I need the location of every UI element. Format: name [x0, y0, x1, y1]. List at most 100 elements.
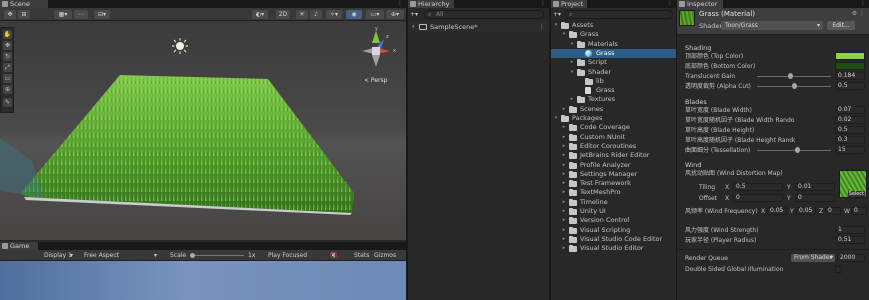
scale-slider-knob[interactable]: [190, 253, 195, 258]
display-dropdown[interactable]: Display 1: [44, 251, 72, 260]
translucent-gain-knob[interactable]: [787, 73, 793, 79]
rotate-tool-icon[interactable]: ↻: [3, 52, 12, 61]
project-tree-item[interactable]: ▾ Packages: [551, 114, 676, 123]
hand-tool-icon[interactable]: ✋: [3, 30, 12, 39]
bottom-color-swatch[interactable]: [835, 62, 865, 70]
frequency-w-field[interactable]: 0: [851, 207, 867, 215]
scene-viewport[interactable]: ✋ ✥ ↻ ⤢ ▭ ⊕ ✎ y x z < Persp: [0, 21, 406, 240]
tab-game[interactable]: Game: [0, 242, 38, 250]
tool-handle-button[interactable]: ✥: [4, 10, 16, 19]
project-tree-item[interactable]: ▸ Unity UI: [551, 207, 676, 216]
collapsed-arrow-icon[interactable]: ▸: [561, 142, 567, 151]
collapsed-arrow-icon[interactable]: ▸: [561, 207, 567, 216]
collapsed-arrow-icon[interactable]: ▸: [561, 151, 567, 160]
scale-tool-icon[interactable]: ⤢: [3, 63, 12, 72]
collapsed-arrow-icon[interactable]: ▸: [561, 235, 567, 244]
draw-mode-button[interactable]: ◐▾: [252, 10, 268, 19]
transform-tool-icon[interactable]: ⊕: [3, 85, 12, 94]
directional-light-icon[interactable]: [172, 38, 188, 54]
tessellation-slider[interactable]: [757, 150, 831, 151]
expand-arrow-icon[interactable]: ▾: [412, 22, 415, 32]
tiling-x-field[interactable]: 0.5: [733, 183, 783, 191]
project-tree-item[interactable]: ▸ Visual Studio Editor: [551, 244, 676, 253]
project-tree-item[interactable]: ▸ Settings Manager: [551, 170, 676, 179]
scale-slider[interactable]: [190, 253, 244, 258]
collapsed-arrow-icon[interactable]: ▸: [569, 58, 575, 67]
collapsed-arrow-icon[interactable]: ▸: [561, 216, 567, 225]
double-sided-gi-checkbox[interactable]: [835, 266, 842, 273]
project-tree-item[interactable]: ▸ Custom NUnit: [551, 133, 676, 142]
aspect-dropdown[interactable]: Free Aspect: [84, 251, 119, 260]
project-tree-item[interactable]: lib: [551, 77, 676, 86]
stats-button[interactable]: Stats: [354, 251, 369, 260]
collapsed-arrow-icon[interactable]: ▸: [561, 198, 567, 207]
translucent-gain-field[interactable]: 0.184: [835, 72, 865, 80]
shader-dropdown[interactable]: Toon/Grass ▾: [721, 21, 823, 30]
gizmos-button[interactable]: Gizmos: [374, 251, 396, 260]
player-radius-field[interactable]: 0.51: [835, 236, 865, 244]
perspective-label[interactable]: < Persp: [364, 77, 387, 84]
tab-hierarchy[interactable]: Hierarchy: [408, 0, 454, 8]
mute-audio-icon[interactable]: 🔇: [330, 251, 337, 260]
game-viewport[interactable]: [0, 261, 406, 300]
blade-width-random-field[interactable]: 0.02: [835, 116, 865, 124]
project-tree-item[interactable]: ▾ Grass: [551, 30, 676, 39]
collapsed-arrow-icon[interactable]: ▸: [561, 170, 567, 179]
rect-tool-icon[interactable]: ▭: [3, 74, 12, 83]
collapsed-arrow-icon[interactable]: ▸: [561, 226, 567, 235]
collapsed-arrow-icon[interactable]: ▸: [561, 244, 567, 253]
render-queue-field[interactable]: 2000: [837, 254, 865, 262]
project-create-button[interactable]: +▾: [553, 10, 563, 19]
project-tree-item[interactable]: ▸ Editor Coroutines: [551, 142, 676, 151]
hierarchy-tab-menu-icon[interactable]: ⋮: [540, 0, 546, 8]
effects-dropdown-button[interactable]: ✧▾: [326, 10, 342, 19]
project-tree-item[interactable]: ▾ Shader: [551, 68, 676, 77]
snap-button[interactable]: ⋯: [74, 10, 88, 19]
translucent-gain-slider[interactable]: [757, 76, 831, 77]
expanded-arrow-icon[interactable]: ▾: [569, 40, 575, 49]
project-tree-item[interactable]: ▸ Scenes: [551, 105, 676, 114]
inspector-tab-menu-icon[interactable]: ⋮: [860, 0, 866, 8]
render-queue-dropdown[interactable]: From Shader ▾: [791, 254, 835, 262]
collapsed-arrow-icon[interactable]: ▸: [561, 161, 567, 170]
collapsed-arrow-icon[interactable]: ▸: [561, 105, 567, 114]
offset-y-field[interactable]: 0: [795, 194, 835, 202]
project-tree-item[interactable]: ▸ Code Coverage: [551, 123, 676, 132]
project-tree-item[interactable]: ▸ JetBrains Rider Editor: [551, 151, 676, 160]
alpha-cutoff-knob[interactable]: [791, 83, 797, 89]
custom-tool-icon[interactable]: ✎: [3, 98, 12, 107]
2d-toggle-button[interactable]: 2D: [276, 10, 290, 19]
project-tree-item[interactable]: ▸ Script: [551, 58, 676, 67]
scene-menu-icon[interactable]: ⋮: [539, 22, 546, 32]
gizmos-dropdown-button[interactable]: ⊕▾: [386, 10, 404, 19]
tessellation-field[interactable]: 15: [835, 146, 865, 154]
project-tab-menu-icon[interactable]: ⋮: [667, 0, 673, 8]
tab-scene[interactable]: Scene: [0, 0, 48, 8]
tessellation-knob[interactable]: [795, 147, 801, 153]
tab-project[interactable]: Project: [551, 0, 587, 8]
project-tree-item[interactable]: ▸ Timeline: [551, 198, 676, 207]
project-tree-item[interactable]: ▾ Materials: [551, 40, 676, 49]
tab-inspector[interactable]: Inspector: [677, 0, 723, 8]
wind-strength-field[interactable]: 1: [835, 226, 865, 234]
hierarchy-search-input[interactable]: ⌕ All: [424, 10, 544, 19]
project-search-input[interactable]: ⌕: [565, 10, 673, 19]
expanded-arrow-icon[interactable]: ▾: [569, 68, 575, 77]
project-tree-item[interactable]: ▸ Test Framework: [551, 179, 676, 188]
increment-snap-button[interactable]: ⊟▾: [94, 10, 110, 19]
project-tree-item[interactable]: ▾ Assets: [551, 21, 676, 30]
collapsed-arrow-icon[interactable]: ▸: [561, 188, 567, 197]
blade-width-field[interactable]: 0.07: [835, 106, 865, 114]
move-tool-icon[interactable]: ✥: [3, 41, 12, 50]
project-tree-item[interactable]: ▸ Version Control: [551, 216, 676, 225]
top-color-swatch[interactable]: [835, 52, 865, 60]
frequency-z-field[interactable]: 0: [825, 207, 841, 215]
edit-shader-button[interactable]: Edit...: [827, 21, 855, 30]
blade-height-field[interactable]: 0.5: [835, 126, 865, 134]
pivot-button[interactable]: ⊞: [18, 10, 30, 19]
project-tree-item[interactable]: ▸ Profile Analyzer: [551, 161, 676, 170]
collapsed-arrow-icon[interactable]: ▸: [561, 179, 567, 188]
expanded-arrow-icon[interactable]: ▾: [553, 114, 559, 123]
project-tree-item[interactable]: Grass: [551, 86, 676, 95]
project-tree-item[interactable]: ▸ TextMeshPro: [551, 188, 676, 197]
